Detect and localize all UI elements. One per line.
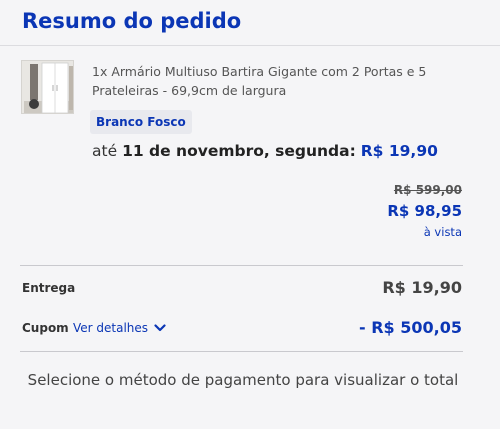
- chevron-down-icon[interactable]: [154, 324, 166, 332]
- old-price: R$ 599,00: [393, 183, 462, 197]
- totals-divider: [20, 265, 463, 266]
- product-thumbnail[interactable]: [21, 60, 74, 114]
- delivery-estimate: até 11 de novembro, segunda: R$ 19,90: [92, 142, 438, 160]
- variant-badge: Branco Fosco: [90, 110, 192, 134]
- footer-divider: [20, 351, 463, 352]
- delivery-price: R$ 19,90: [360, 142, 438, 160]
- wardrobe-image: [22, 61, 73, 113]
- coupon-value: - R$ 500,05: [359, 318, 462, 337]
- cash-price-note: à vista: [423, 225, 462, 239]
- coupon-label: Cupom: [22, 321, 69, 335]
- cash-price: R$ 98,95: [387, 202, 462, 220]
- delivery-prefix: até: [92, 142, 118, 160]
- shipping-value: R$ 19,90: [382, 278, 462, 297]
- coupon-details-label[interactable]: Ver detalhes: [73, 321, 148, 335]
- coupon-details-toggle[interactable]: Ver detalhes: [73, 321, 166, 335]
- header-divider: [0, 45, 500, 46]
- payment-prompt: Selecione o método de pagamento para vis…: [27, 371, 459, 389]
- summary-title: Resumo do pedido: [22, 9, 242, 33]
- shipping-label: Entrega: [22, 281, 76, 295]
- product-name[interactable]: 1x Armário Multiuso Bartira Gigante com …: [92, 62, 472, 100]
- delivery-date: 11 de novembro, segunda:: [122, 142, 356, 160]
